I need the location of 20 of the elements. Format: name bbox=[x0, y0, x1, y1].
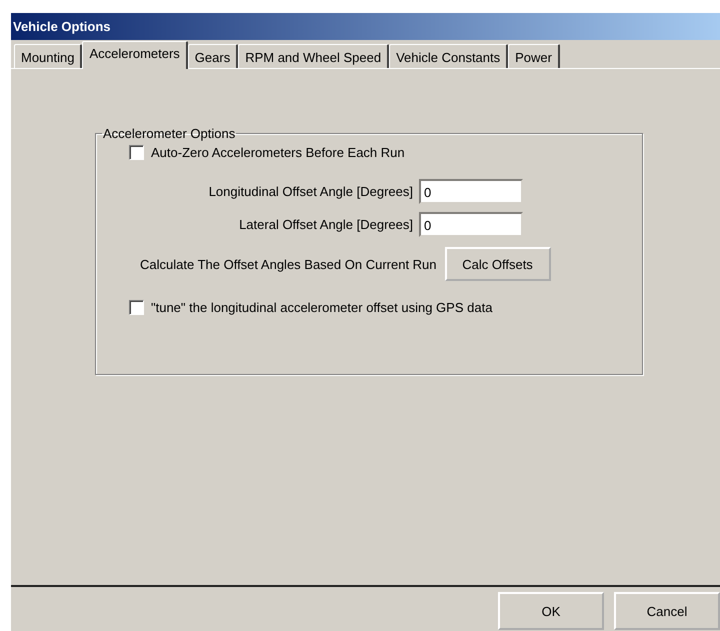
checkbox-label: "tune" the longitudinal accelerometer offset using GPS data bbox=[151, 300, 492, 315]
tab[interactable]: Accelerometers bbox=[82, 41, 188, 69]
tab[interactable]: Power bbox=[508, 44, 560, 68]
tab[interactable]: Mounting bbox=[14, 44, 82, 68]
tab[interactable]: RPM and Wheel Speed bbox=[238, 44, 390, 68]
input-field[interactable]: 0 bbox=[419, 179, 523, 204]
checkbox-label: Auto-Zero Accelerometers Before Each Run bbox=[151, 145, 405, 160]
tab[interactable]: Gears bbox=[188, 44, 238, 68]
window-title: Vehicle Options bbox=[13, 19, 111, 34]
field-label: Longitudinal Offset Angle [Degrees] bbox=[208, 184, 413, 199]
checkbox[interactable] bbox=[129, 300, 144, 315]
calc-label: Calculate The Offset Angles Based On Current Run bbox=[140, 256, 437, 272]
calc-offsets-button[interactable]: Calc Offsets bbox=[444, 247, 551, 281]
input-field[interactable]: 0 bbox=[419, 212, 523, 237]
tab[interactable]: Vehicle Constants bbox=[389, 44, 508, 68]
checkbox[interactable] bbox=[129, 145, 144, 160]
dialog-button[interactable]: OK bbox=[498, 592, 604, 630]
group-title: Accelerometer Options bbox=[102, 126, 236, 141]
dialog-button[interactable]: Cancel bbox=[614, 592, 720, 630]
field-label: Lateral Offset Angle [Degrees] bbox=[238, 217, 413, 232]
